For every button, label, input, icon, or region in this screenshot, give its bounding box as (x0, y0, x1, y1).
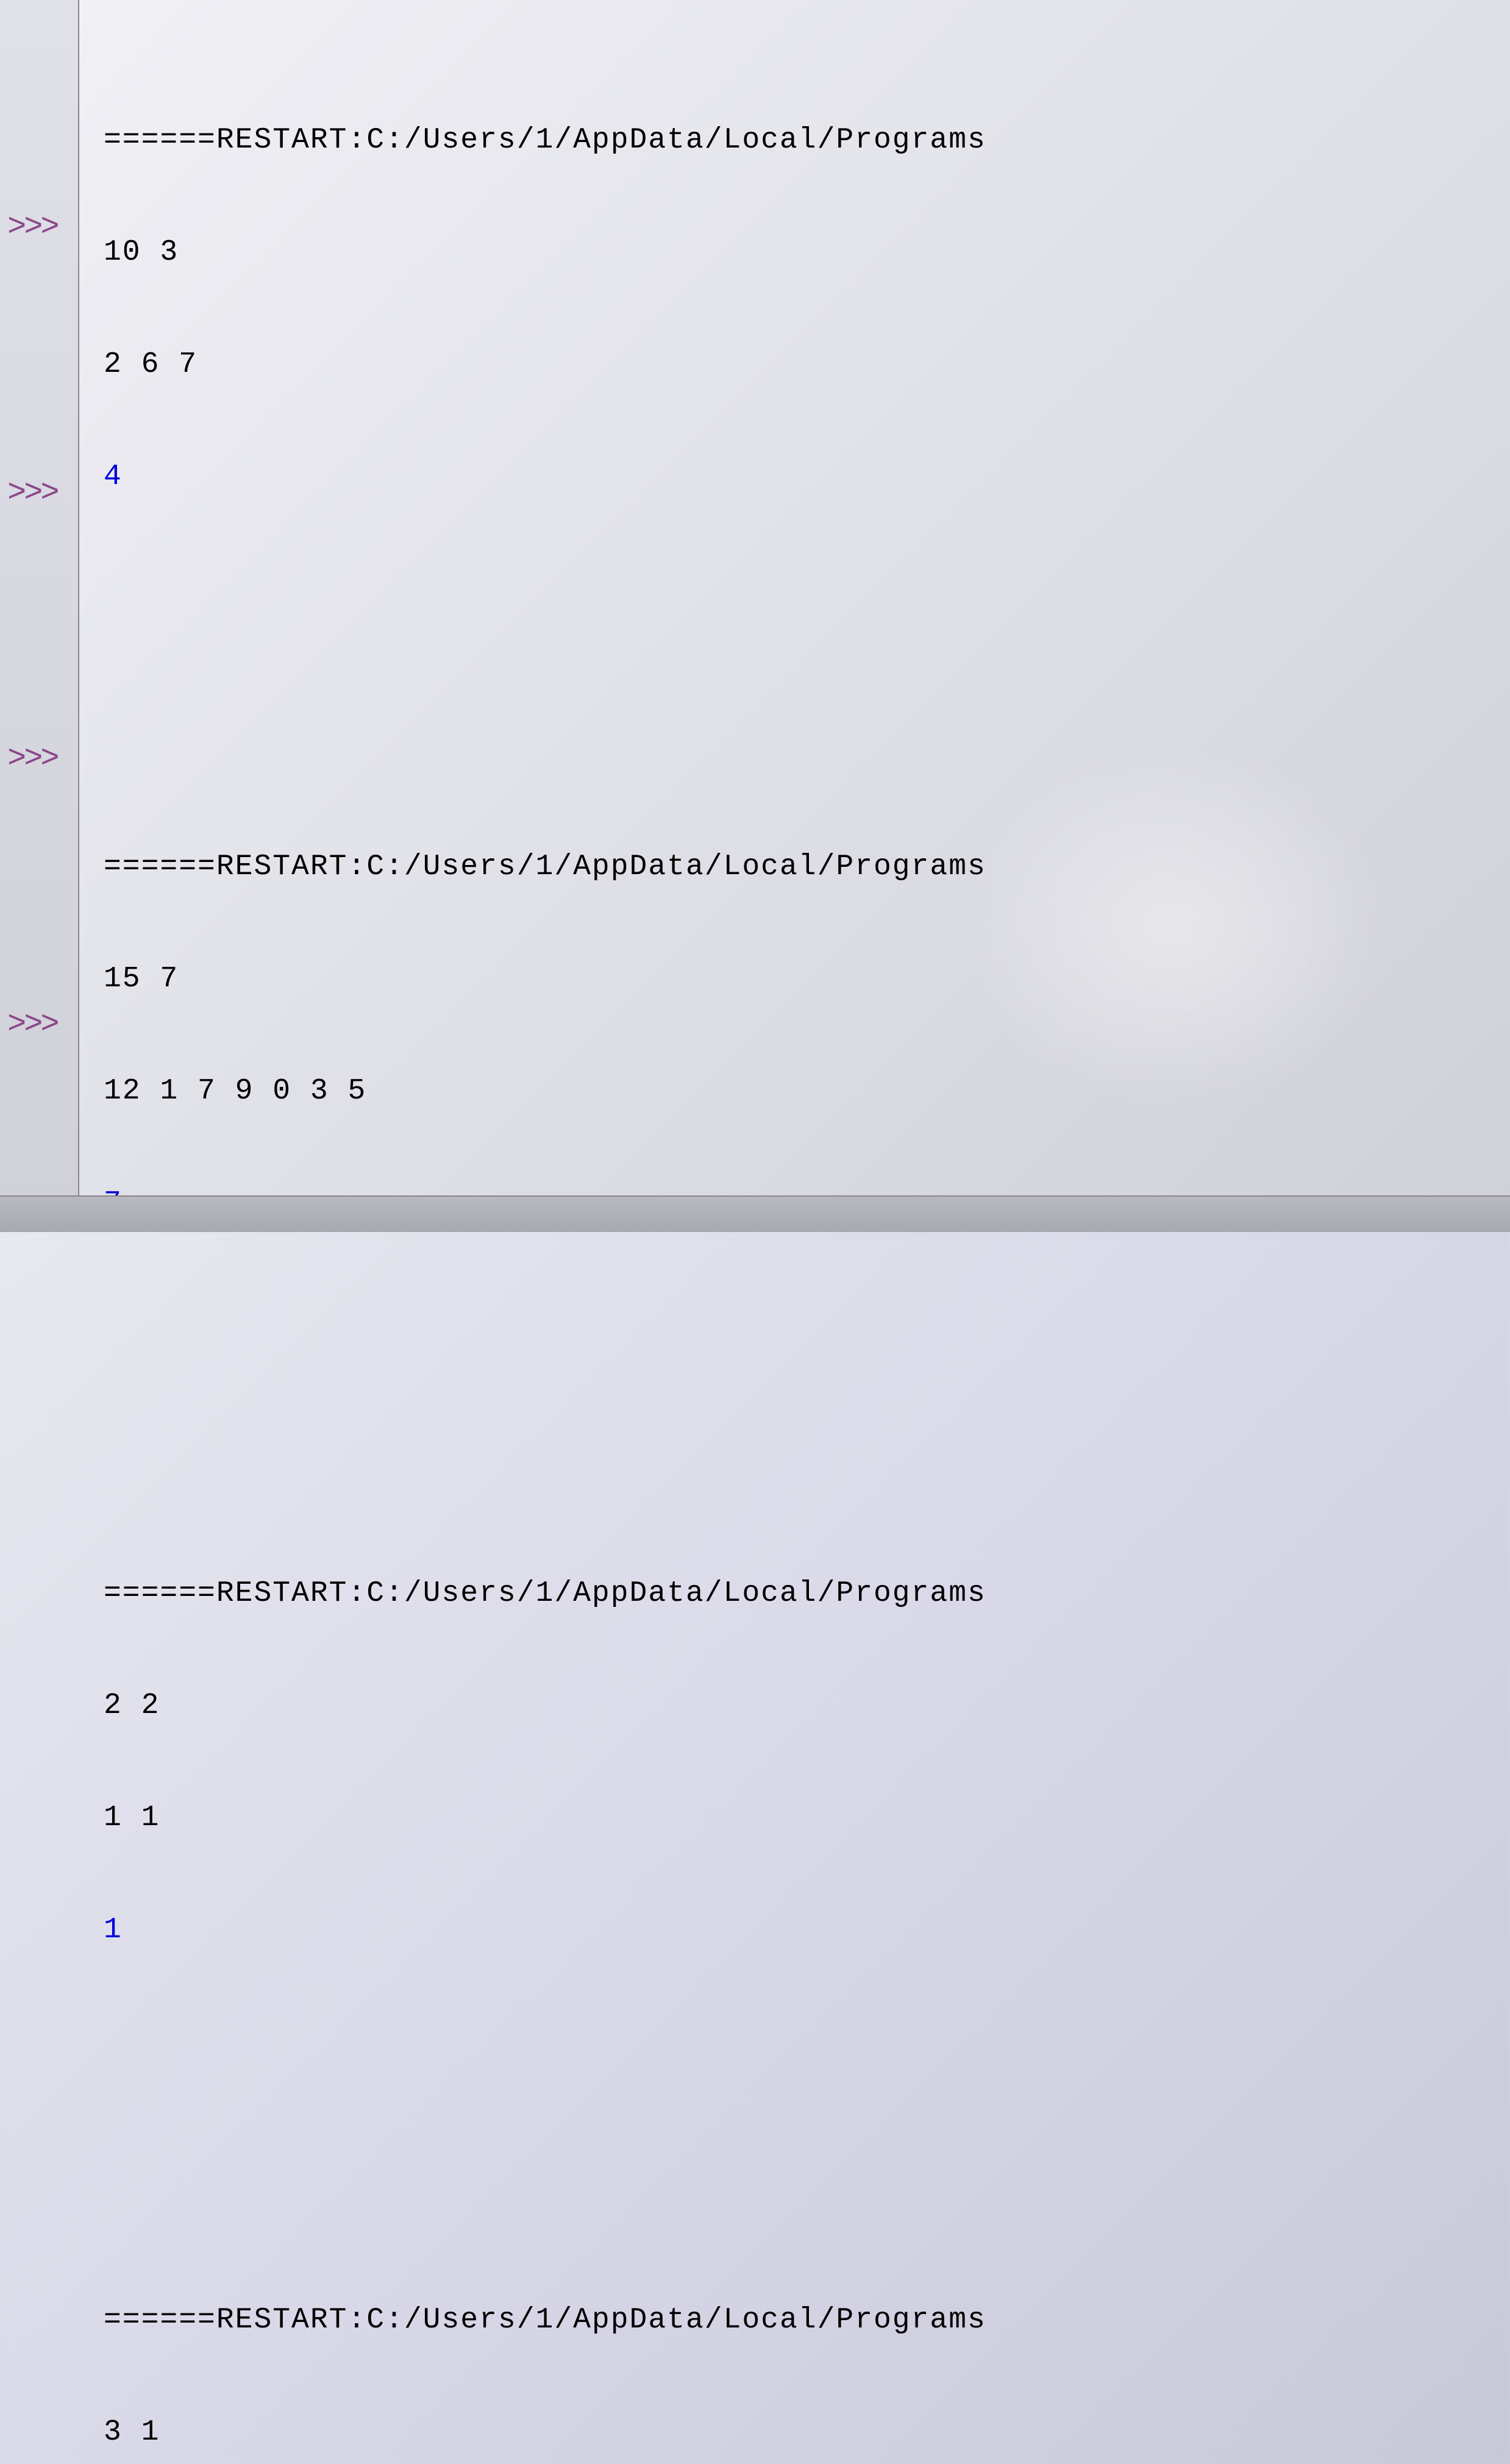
gutter: >>> >>> >>> >>> (0, 0, 79, 1232)
program-output: 4 (104, 454, 1510, 500)
shell-output-area[interactable]: ====== RESTART: C:/Users/1/AppData/Local… (79, 0, 1510, 1232)
prompt-icon: >>> (7, 741, 57, 777)
user-input: 15 7 (104, 956, 1510, 1002)
user-input: 2 2 (104, 1682, 1510, 1729)
prompt-icon: >>> (7, 475, 57, 511)
prompt-icon: >>> (7, 209, 57, 245)
user-input: 10 3 (104, 229, 1510, 276)
restart-banner: ====== RESTART: C:/Users/1/AppData/Local… (104, 2297, 1510, 2343)
screen-glare (961, 744, 1388, 1110)
user-input: 12 1 7 9 0 3 5 (104, 1068, 1510, 1114)
user-input: 3 1 (104, 2409, 1510, 2455)
restart-banner: ====== RESTART: C:/Users/1/AppData/Local… (104, 844, 1510, 890)
status-bar (0, 1195, 1510, 1232)
user-input: 1 1 (104, 1795, 1510, 1841)
user-input: 2 6 7 (104, 341, 1510, 388)
restart-banner: ====== RESTART: C:/Users/1/AppData/Local… (104, 1570, 1510, 1617)
idle-shell[interactable]: >>> >>> >>> >>> ====== RESTART: C:/Users… (0, 0, 1510, 1232)
restart-banner: ====== RESTART: C:/Users/1/AppData/Local… (104, 117, 1510, 163)
program-output: 1 (104, 1907, 1510, 1953)
prompt-icon: >>> (7, 1006, 57, 1042)
